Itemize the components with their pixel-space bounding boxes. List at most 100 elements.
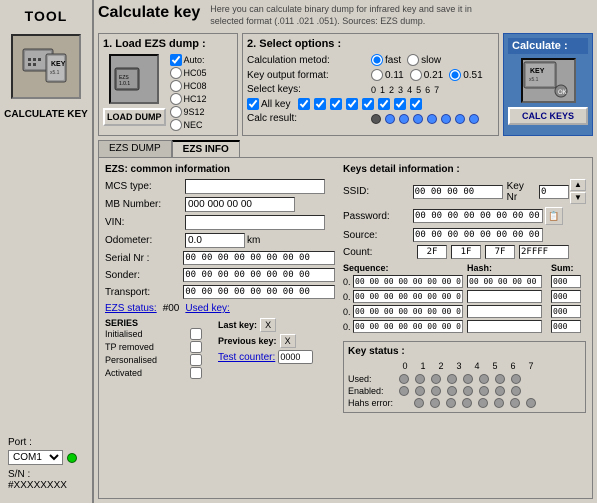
tp-removed-checkbox[interactable] <box>190 341 202 353</box>
key-num-7: 7 <box>434 85 439 95</box>
vin-input[interactable] <box>185 215 325 230</box>
calc-method-label: Calculation metod: <box>247 55 367 66</box>
format-011-radio[interactable] <box>371 69 383 81</box>
key-5-checkbox[interactable] <box>378 98 390 110</box>
slow-radio[interactable] <box>407 54 419 66</box>
fast-radio-item: fast <box>371 54 401 66</box>
enabled-led-7 <box>511 386 521 396</box>
count-2f-input[interactable] <box>417 245 447 259</box>
used-key-link[interactable]: Used key: <box>185 303 229 314</box>
serial-nr-label: Serial Nr : <box>105 253 183 264</box>
hash-input-0[interactable] <box>467 275 542 288</box>
key-6-checkbox[interactable] <box>394 98 406 110</box>
sonder-input[interactable] <box>183 268 335 282</box>
calc-result-leds <box>371 114 479 124</box>
count-1f-input[interactable] <box>451 245 481 259</box>
ezs-status-value: #00 <box>163 303 180 314</box>
tab-ezs-info[interactable]: EZS INFO <box>172 140 240 157</box>
mb-number-row: MB Number: <box>105 197 335 212</box>
nec-radio[interactable] <box>170 119 182 131</box>
sum-input-3[interactable] <box>551 320 581 333</box>
ezs-status-link[interactable]: EZS status: <box>105 303 157 314</box>
password-copy-button[interactable]: 📋 <box>545 207 563 225</box>
prev-key-button[interactable]: X <box>280 334 296 348</box>
hash-input-3[interactable] <box>467 320 542 333</box>
9s12-row: 9S12 <box>170 106 207 118</box>
seq-num-2: 0. <box>343 307 353 317</box>
key-0-checkbox[interactable] <box>298 98 310 110</box>
hc12-radio[interactable] <box>170 93 182 105</box>
used-label: Used: <box>348 374 393 384</box>
com-select[interactable]: COM1 COM2 COM3 <box>8 450 63 465</box>
seq-input-1[interactable] <box>353 290 463 303</box>
odometer-input[interactable] <box>185 233 245 248</box>
9s12-radio[interactable] <box>170 106 182 118</box>
key-2-checkbox[interactable] <box>330 98 342 110</box>
test-counter-input[interactable] <box>278 350 313 364</box>
top-panels: 1. Load EZS dump : EZS 1.0.1 LOAD DUMP <box>98 33 593 136</box>
series-col: SERIES Initialised TP removed Personalis… <box>105 318 202 380</box>
sidebar-bottom: Port : COM1 COM2 COM3 S/N : #XXXXXXXX <box>4 433 88 495</box>
seq-input-2[interactable] <box>353 305 463 318</box>
sidebar-icon: KEY x5.1 <box>11 34 81 99</box>
format-021-radio[interactable] <box>410 69 422 81</box>
key-3-checkbox[interactable] <box>346 98 358 110</box>
key-1-checkbox[interactable] <box>314 98 326 110</box>
count-2ffff-input[interactable] <box>519 245 569 259</box>
mb-number-input[interactable] <box>185 197 295 212</box>
used-led-3 <box>447 374 457 384</box>
last-key-col: Last key: X Previous key: X Test counter… <box>218 318 313 380</box>
result-led-5 <box>441 114 451 124</box>
vin-row: VIN: <box>105 215 335 230</box>
key-nr-input[interactable] <box>539 185 569 199</box>
all-key-checkbox[interactable] <box>247 98 259 110</box>
tab-ezs-dump[interactable]: EZS DUMP <box>98 140 172 157</box>
key-status-title: Key status : <box>348 346 581 357</box>
key-status-section: Key status : 0 1 2 3 4 5 6 7 <box>343 341 586 413</box>
seq-input-3[interactable] <box>353 320 463 333</box>
seq-input-0[interactable] <box>353 275 463 288</box>
auto-checkbox[interactable] <box>170 54 182 66</box>
sum-input-0[interactable] <box>551 275 581 288</box>
ks-num-headers: 0 1 2 3 4 5 6 7 <box>399 361 537 371</box>
activated-checkbox[interactable] <box>190 367 202 379</box>
key-4-checkbox[interactable] <box>362 98 374 110</box>
load-dump-button[interactable]: LOAD DUMP <box>103 108 166 126</box>
hash-input-2[interactable] <box>467 305 542 318</box>
hash-input-1[interactable] <box>467 290 542 303</box>
last-key-button[interactable]: X <box>260 318 276 332</box>
main-area: Calculate key Here you can calculate bin… <box>94 0 597 503</box>
ezs-icon-svg: EZS 1.0.1 <box>113 60 155 98</box>
calc-keys-button[interactable]: CALC KEYS <box>508 107 588 125</box>
sum-input-1[interactable] <box>551 290 581 303</box>
source-label: Source: <box>343 230 413 241</box>
hc05-radio[interactable] <box>170 67 182 79</box>
hash-row-0 <box>467 275 547 288</box>
password-input[interactable] <box>413 209 543 223</box>
key-output-label: Key output format: <box>247 70 367 81</box>
format-021-label: 0.21 <box>424 70 443 81</box>
ssid-input[interactable] <box>413 185 503 199</box>
personalised-checkbox[interactable] <box>190 354 202 366</box>
format-051-radio[interactable] <box>449 69 461 81</box>
used-leds <box>399 374 521 384</box>
key-7-checkbox[interactable] <box>410 98 422 110</box>
mcs-type-input[interactable] <box>185 179 325 194</box>
sidebar-title: TOOL <box>25 8 68 24</box>
format-011-item: 0.11 <box>371 69 404 81</box>
ks-num-3: 3 <box>453 361 465 371</box>
format-051-item: 0.51 <box>449 69 482 81</box>
vin-label: VIN: <box>105 217 185 228</box>
fast-radio[interactable] <box>371 54 383 66</box>
hc08-radio[interactable] <box>170 80 182 92</box>
initialised-checkbox[interactable] <box>190 328 202 340</box>
source-input[interactable] <box>413 228 543 242</box>
key-nr-down[interactable]: ▼ <box>570 192 586 204</box>
tp-removed-row: TP removed <box>105 341 202 353</box>
test-counter-label[interactable]: Test counter: <box>218 352 275 363</box>
count-7f-input[interactable] <box>485 245 515 259</box>
sum-input-2[interactable] <box>551 305 581 318</box>
key-nr-up[interactable]: ▲ <box>570 179 586 191</box>
serial-nr-input[interactable] <box>183 251 335 265</box>
transport-input[interactable] <box>183 285 335 299</box>
